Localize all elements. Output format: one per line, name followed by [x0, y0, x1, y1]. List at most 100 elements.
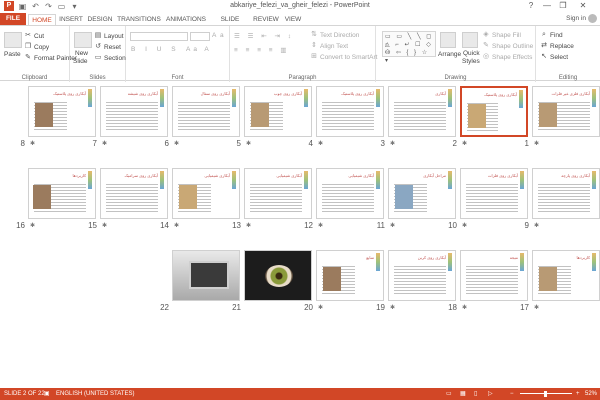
slide-thumbnail[interactable]: آبکاری شیمیایی [316, 168, 384, 219]
slide-thumbnail[interactable]: آبکاری روی پلاستیک [460, 86, 528, 137]
slideshow-view-icon[interactable]: ▷ [488, 388, 493, 400]
transition-star-icon[interactable]: ✱ [318, 222, 323, 229]
slide-thumbnail[interactable]: آبکاری روی پلاستیک [28, 86, 96, 137]
transition-star-icon[interactable]: ✱ [462, 222, 467, 229]
tab-file[interactable]: FILE [0, 13, 26, 25]
slide-thumbnail[interactable]: آبکاری روی پارچه [532, 168, 600, 219]
quick-styles-button[interactable]: Quick [463, 50, 480, 57]
tab-slide-show[interactable]: SLIDE SHOW [210, 14, 250, 34]
tab-design[interactable]: DESIGN [86, 14, 114, 25]
normal-view-icon[interactable]: ▭ [446, 388, 452, 400]
slide-thumbnail[interactable]: آبکاری فلزی غیر فلزات [532, 86, 600, 137]
slide-thumbnail[interactable] [172, 250, 240, 301]
align-buttons[interactable]: ≡ ≡ ≡ ≡ ▥ [234, 46, 290, 54]
align-text-button[interactable]: ⇕ Align Text [310, 42, 348, 50]
new-slide-button[interactable]: New [75, 50, 88, 57]
language-indicator[interactable]: ENGLISH (UNITED STATES) [56, 388, 134, 400]
transition-star-icon[interactable]: ✱ [102, 222, 107, 229]
convert-smartart-button[interactable]: ⊞ Convert to SmartArt [310, 53, 377, 61]
zoom-level[interactable]: 52% [585, 388, 597, 400]
font-name-input[interactable] [130, 32, 188, 41]
tab-home[interactable]: HOME [28, 14, 56, 25]
close-button[interactable]: ✕ [576, 0, 590, 12]
slide-thumbnail[interactable]: آبکاری شیمیایی [172, 168, 240, 219]
transition-star-icon[interactable]: ✱ [30, 222, 35, 229]
copy-button[interactable]: ❐ Copy [24, 43, 49, 51]
transition-star-icon[interactable]: ✱ [318, 140, 323, 147]
slide-thumbnail[interactable]: آبکاری روی چوب [244, 86, 312, 137]
minimize-button[interactable]: — [540, 0, 554, 12]
new-slide-label[interactable]: Slide [73, 58, 87, 65]
font-color-buttons[interactable]: Aa A [186, 46, 212, 53]
transition-star-icon[interactable]: ✱ [246, 222, 251, 229]
cut-button[interactable]: ✂ Cut [24, 32, 44, 40]
font-size-input[interactable] [190, 32, 210, 41]
spelling-icon[interactable]: ▣ [44, 388, 50, 400]
transition-star-icon[interactable]: ✱ [390, 140, 395, 147]
find-button[interactable]: ⌕ Find [540, 31, 563, 39]
tab-review[interactable]: REVIEW [252, 14, 280, 25]
select-button[interactable]: ↖ Select [540, 53, 568, 61]
help-button[interactable]: ? [524, 0, 538, 12]
shape-effects-button[interactable]: ◎ Shape Effects [482, 53, 532, 61]
slide-thumbnail[interactable]: آبکاری روی شیشه [100, 86, 168, 137]
quick-styles-icon[interactable] [462, 32, 478, 48]
zoom-slider-thumb[interactable] [544, 391, 547, 397]
transition-star-icon[interactable]: ✱ [174, 140, 179, 147]
slide-thumbnail[interactable]: آبکاری روی فلزات [460, 168, 528, 219]
new-slide-icon[interactable] [74, 32, 92, 48]
sign-in-link[interactable]: Sign in [566, 15, 586, 22]
tab-transitions[interactable]: TRANSITIONS [116, 14, 162, 25]
arrange-button[interactable]: Arrange [438, 51, 461, 58]
quick-styles-label[interactable]: Styles [462, 58, 480, 65]
slide-thumbnail[interactable]: نتیجه [460, 250, 528, 301]
transition-star-icon[interactable]: ✱ [30, 140, 35, 147]
transition-star-icon[interactable]: ✱ [462, 140, 467, 147]
reset-button[interactable]: ↺ Reset [94, 43, 121, 51]
layout-button[interactable]: ▤ Layout [94, 32, 124, 40]
transition-star-icon[interactable]: ✱ [534, 140, 539, 147]
transition-star-icon[interactable]: ✱ [390, 222, 395, 229]
shape-fill-button[interactable]: ◈ Shape Fill [482, 31, 521, 39]
reading-view-icon[interactable]: ▯ [474, 388, 477, 400]
shape-row-3[interactable]: ⇨ ⇦ { } ☆ ▾ [385, 49, 435, 65]
shape-outline-button[interactable]: ✎ Shape Outline [482, 42, 533, 50]
transition-star-icon[interactable]: ✱ [534, 222, 539, 229]
tab-view[interactable]: VIEW [282, 14, 304, 25]
transition-star-icon[interactable]: ✱ [462, 304, 467, 311]
tab-insert[interactable]: INSERT [58, 14, 84, 25]
slide-sorter-view-icon[interactable]: ▦ [460, 388, 466, 400]
restore-button[interactable]: ❐ [556, 0, 570, 12]
paste-icon[interactable] [4, 32, 22, 48]
paste-button[interactable]: Paste [4, 51, 21, 58]
slide-thumbnail[interactable]: آبکاری روی کربن [388, 250, 456, 301]
grow-font-icon[interactable]: A [212, 32, 216, 39]
replace-button[interactable]: ⇄ Replace [540, 42, 574, 50]
transition-star-icon[interactable]: ✱ [534, 304, 539, 311]
shapes-gallery[interactable]: ▭ ▭ ╲ ╲ ◻ ○ △ ⌐ ↵ ☐ ◇ ⬠ ⇨ ⇦ { } ☆ ▾ [382, 31, 436, 64]
arrange-icon[interactable] [440, 32, 456, 48]
slide-thumbnail[interactable]: آبکاری [388, 86, 456, 137]
transition-star-icon[interactable]: ✱ [174, 222, 179, 229]
shrink-font-icon[interactable]: a [220, 32, 224, 39]
transition-star-icon[interactable]: ✱ [246, 140, 251, 147]
slide-thumbnail[interactable] [244, 250, 312, 301]
zoom-out-icon[interactable]: − [510, 388, 514, 400]
slide-thumbnail[interactable]: آبکاری شیمیایی [244, 168, 312, 219]
avatar[interactable] [588, 14, 597, 23]
tab-animations[interactable]: ANIMATIONS [164, 14, 208, 25]
slide-thumbnail[interactable]: مراحل آبکاری [388, 168, 456, 219]
slide-thumbnail[interactable]: آبکاری روی سرامیک [100, 168, 168, 219]
slide-thumbnail[interactable]: منابع [316, 250, 384, 301]
slide-thumbnail[interactable]: کاربردها [532, 250, 600, 301]
transition-star-icon[interactable]: ✱ [318, 304, 323, 311]
zoom-in-icon[interactable]: + [576, 388, 580, 400]
list-buttons[interactable]: ☰ ☰ ⇤ ⇥ ↕ [234, 32, 294, 40]
slide-thumbnail[interactable]: آبکاری روی سفال [172, 86, 240, 137]
section-button[interactable]: ▭ Section [94, 54, 126, 62]
transition-star-icon[interactable]: ✱ [102, 140, 107, 147]
text-direction-button[interactable]: ⇅ Text Direction [310, 31, 359, 39]
slide-thumbnail[interactable]: کاربردها [28, 168, 96, 219]
slide-thumbnail[interactable]: آبکاری روی پلاستیک [316, 86, 384, 137]
font-style-buttons[interactable]: B I U S [131, 46, 180, 53]
